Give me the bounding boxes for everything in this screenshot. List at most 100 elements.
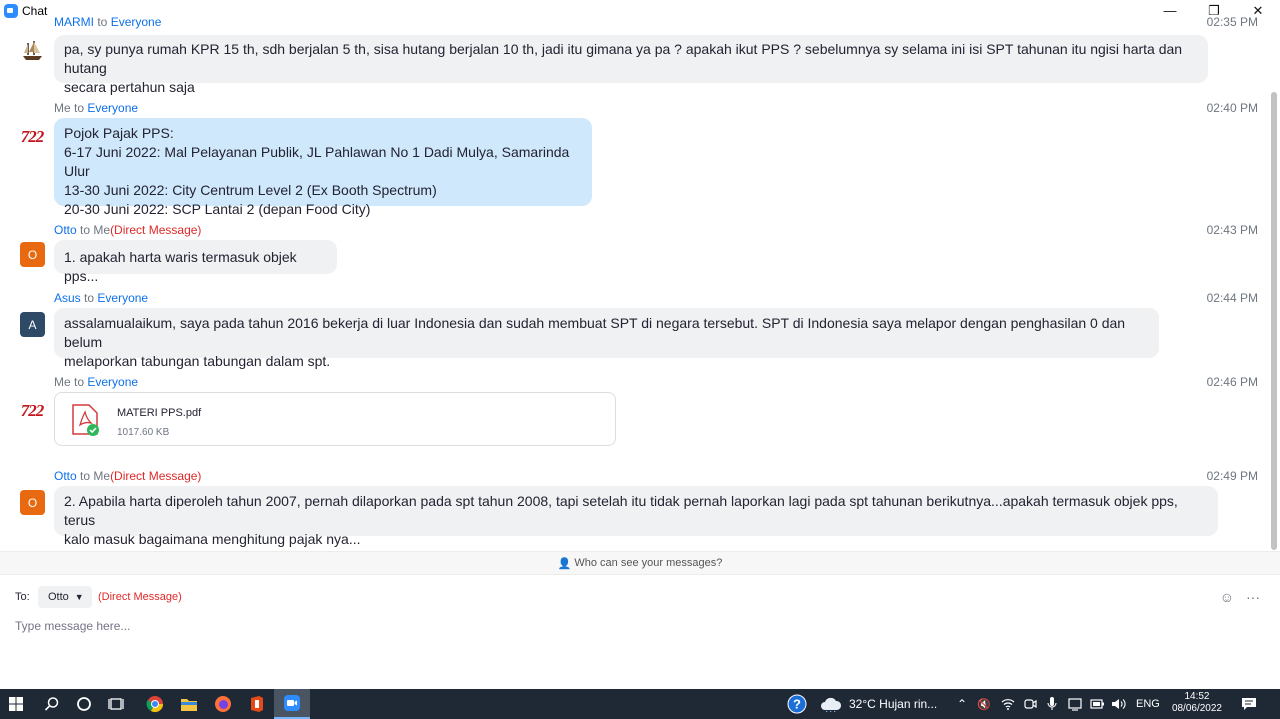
sender-name[interactable]: Otto — [54, 469, 77, 483]
chat-message: MARMI to Everyone 02:35 PM pa, sy punya … — [0, 16, 1268, 100]
sender-name: Me — [54, 375, 71, 389]
task-view-icon[interactable] — [100, 689, 132, 719]
message-bubble[interactable]: assalamualaikum, saya pada tahun 2016 be… — [54, 308, 1159, 369]
avatar[interactable]: A — [20, 312, 45, 337]
message-time: 02:46 PM — [1206, 375, 1258, 389]
to-word: to — [80, 469, 91, 483]
to-word: to — [74, 375, 85, 389]
display-icon[interactable] — [1064, 689, 1086, 719]
privacy-notice-text[interactable]: Who can see your messages? — [574, 557, 722, 569]
message-header: Otto to Me(Direct Message) — [54, 223, 201, 237]
avatar[interactable]: O — [20, 490, 45, 515]
wifi-icon[interactable] — [998, 689, 1018, 719]
message-bubble[interactable]: Pojok Pajak PPS: 6-17 Juni 2022: Mal Pel… — [54, 118, 592, 217]
search-icon[interactable] — [36, 689, 68, 719]
sender-name[interactable]: MARMI — [54, 16, 94, 29]
recipient-name[interactable]: Everyone — [97, 291, 148, 305]
message-bubble[interactable]: 1. apakah harta waris termasuk objek pps… — [54, 240, 337, 284]
office-icon[interactable] — [240, 689, 274, 719]
battery-icon[interactable] — [1087, 689, 1107, 719]
message-time: 02:40 PM — [1206, 101, 1258, 115]
direct-message-label: (Direct Message) — [98, 591, 182, 603]
recipient-name[interactable]: Everyone — [87, 375, 138, 389]
weather-text[interactable]: 32°C Hujan rin... — [849, 689, 937, 719]
message-header: MARMI to Everyone — [54, 16, 161, 29]
show-hidden-icons-chevron-up-icon[interactable]: ⌃ — [952, 689, 972, 719]
help-icon[interactable]: ? — [786, 689, 808, 719]
system-clock[interactable]: 14:52 08/06/2022 — [1172, 691, 1222, 715]
firefox-icon[interactable] — [206, 689, 240, 719]
microphone-icon[interactable] — [1042, 689, 1062, 719]
to-word: to — [97, 16, 108, 29]
sender-name[interactable]: Asus — [54, 291, 81, 305]
message-line: 2. Apabila harta diperoleh tahun 2007, p… — [64, 493, 1178, 528]
file-explorer-icon[interactable] — [172, 689, 206, 719]
recipient-name: Me — [93, 223, 111, 237]
message-line: 6-17 Juni 2022: Mal Pelayanan Publik, JL… — [64, 144, 570, 179]
recipient-dropdown[interactable]: Otto ▼ — [38, 586, 92, 608]
chat-message: Asus to Everyone 02:44 PM A assalamualai… — [0, 291, 1268, 371]
clock-time: 14:52 — [1184, 691, 1210, 702]
direct-message-label: (Direct Message) — [110, 223, 202, 237]
sender-name[interactable]: Otto — [54, 223, 77, 237]
avatar[interactable] — [20, 38, 45, 63]
zoom-taskbar-icon[interactable] — [274, 689, 310, 719]
input-language[interactable]: ENG — [1136, 689, 1160, 719]
message-line: pa, sy punya rumah KPR 15 th, sdh berjal… — [64, 41, 1183, 76]
avatar[interactable]: O — [20, 242, 45, 267]
message-header: Me to Everyone — [54, 101, 138, 115]
windows-taskbar: ? 32°C Hujan rin... ⌃ 🔇 ENG 14:52 08/06/… — [0, 689, 1280, 719]
to-word: to — [74, 101, 85, 115]
network-error-icon[interactable]: 🔇 — [974, 689, 994, 719]
sender-name: Me — [54, 101, 71, 115]
message-composer: To: Otto ▼ (Direct Message) ☺ ··· — [0, 576, 1280, 689]
start-button[interactable] — [0, 689, 32, 719]
chat-history[interactable]: MARMI to Everyone 02:35 PM pa, sy punya … — [0, 16, 1268, 550]
emoji-icon[interactable]: ☺ — [1220, 589, 1234, 605]
message-header: Me to Everyone — [54, 375, 138, 389]
chat-message: Otto to Me(Direct Message) 02:49 PM O 2.… — [0, 469, 1268, 549]
message-header: Asus to Everyone — [54, 291, 148, 305]
message-line: kalo masuk bagaimana menghitung pajak ny… — [64, 531, 361, 547]
avatar-722-logo[interactable]: 722 — [18, 124, 46, 149]
clock-date: 08/06/2022 — [1171, 703, 1222, 714]
message-bubble[interactable]: pa, sy punya rumah KPR 15 th, sdh berjal… — [54, 35, 1208, 95]
more-options-icon[interactable]: ··· — [1246, 589, 1260, 605]
direct-message-label: (Direct Message) — [110, 469, 202, 483]
volume-icon[interactable] — [1108, 689, 1130, 719]
file-attachment-card[interactable]: MATERI PPS.pdf 1017.60 KB — [54, 392, 616, 446]
message-line: Pojok Pajak PPS: — [64, 125, 174, 141]
message-line: 13-30 Juni 2022: City Centrum Level 2 (E… — [64, 182, 437, 198]
message-time: 02:35 PM — [1206, 16, 1258, 29]
to-word: to — [80, 223, 91, 237]
chevron-down-icon: ▼ — [74, 592, 84, 602]
message-input[interactable] — [15, 616, 1255, 636]
file-name[interactable]: MATERI PPS.pdf — [117, 407, 201, 419]
message-header: Otto to Me(Direct Message) — [54, 469, 201, 483]
scrollbar-thumb[interactable] — [1271, 92, 1277, 550]
message-line: 20-30 Juni 2022: SCP Lantai 2 (depan Foo… — [64, 201, 371, 217]
avatar-722-logo[interactable]: 722 — [18, 398, 46, 423]
message-bubble[interactable]: 2. Apabila harta diperoleh tahun 2007, p… — [54, 486, 1218, 547]
weather-cloud-icon[interactable] — [818, 689, 844, 719]
chat-scrollbar[interactable] — [1271, 16, 1277, 550]
windows-logo-icon — [9, 697, 23, 711]
ship-photo-icon — [20, 38, 45, 63]
meet-now-icon[interactable] — [1020, 689, 1040, 719]
chat-message: Me to Everyone 02:40 PM 722 Pojok Pajak … — [0, 100, 1268, 220]
message-line: secara pertahun saja — [64, 79, 195, 95]
message-line: 1. apakah harta waris termasuk objek pps… — [64, 249, 297, 284]
chrome-icon[interactable] — [138, 689, 172, 719]
privacy-notice[interactable]: 👤 Who can see your messages? — [0, 551, 1280, 575]
message-line: assalamualaikum, saya pada tahun 2016 be… — [64, 315, 1126, 350]
message-time: 02:43 PM — [1206, 223, 1258, 237]
zoom-chat-window: Chat — ❐ ✕ MARMI to Everyone 02:35 PM pa… — [0, 0, 1280, 689]
pdf-file-icon — [72, 404, 99, 436]
recipient-selected: Otto — [48, 591, 69, 603]
message-time: 02:44 PM — [1206, 291, 1258, 305]
recipient-name[interactable]: Everyone — [87, 101, 138, 115]
cortana-icon[interactable] — [68, 689, 100, 719]
recipient-name[interactable]: Everyone — [111, 16, 162, 29]
notification-center-icon[interactable] — [1236, 689, 1262, 719]
file-size: 1017.60 KB — [117, 427, 170, 438]
